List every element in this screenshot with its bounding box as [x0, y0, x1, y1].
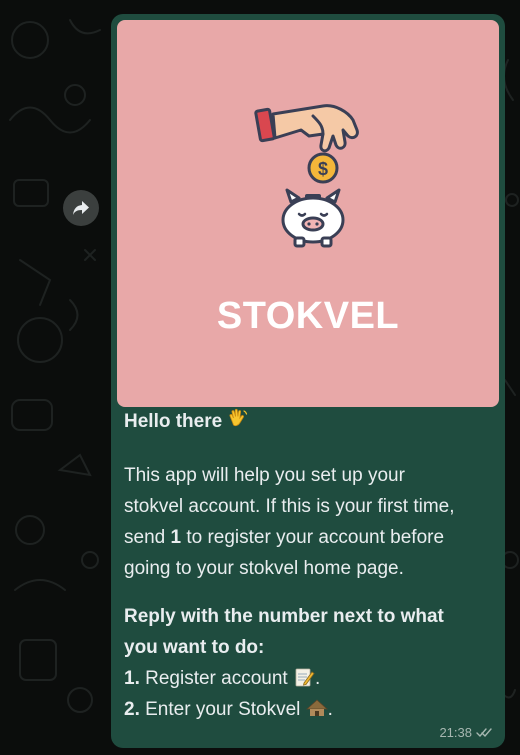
option-1-label: Register account [139, 668, 293, 689]
hut-icon [305, 699, 328, 716]
brand-title: STOKVEL [216, 295, 400, 337]
prompt-line-1: Reply with the number next to what [124, 606, 444, 627]
message-bubble[interactable]: $ STOKVEL Hello there This app will help… [111, 14, 505, 748]
message-text: Hello there This app will help you set u… [124, 406, 494, 725]
stokvel-banner-image[interactable]: $ STOKVEL [117, 20, 499, 407]
message-meta: 21:38 [439, 725, 493, 740]
paragraph-line-4: going to your stokvel home page. [124, 558, 404, 579]
piggy-bank-icon [281, 188, 345, 248]
memo-icon [295, 668, 315, 687]
option-enter-stokvel: 2. Enter your Stokvel . [124, 694, 494, 725]
option-register-account: 1. Register account . [124, 663, 494, 694]
svg-text:$: $ [318, 159, 328, 179]
greeting-text: Hello there [124, 411, 223, 432]
option-2-period: . [327, 699, 333, 720]
option-2-label: Enter your Stokvel [139, 699, 306, 720]
message-time: 21:38 [439, 725, 472, 740]
waving-hand-icon [229, 408, 248, 427]
forward-button[interactable] [63, 190, 99, 226]
option-1-period: . [315, 668, 321, 689]
greeting-line: Hello there [124, 406, 494, 437]
option-2-number: 2. [124, 699, 140, 720]
register-number: 1 [170, 527, 182, 548]
paragraph-line-3: send 1 to register your account before [124, 522, 494, 553]
forward-arrow-icon [73, 201, 89, 215]
paragraph-line-3-end: to register your account before [181, 527, 445, 548]
double-check-icon [476, 728, 492, 738]
paragraph-line-1: This app will help you set up your [124, 465, 405, 486]
option-1-number: 1. [124, 668, 140, 689]
prompt-line-2: you want to do: [124, 637, 265, 658]
paragraph-line-2: stokvel account. If this is your first t… [124, 496, 455, 517]
paragraph-line-3-start: send [124, 527, 171, 548]
